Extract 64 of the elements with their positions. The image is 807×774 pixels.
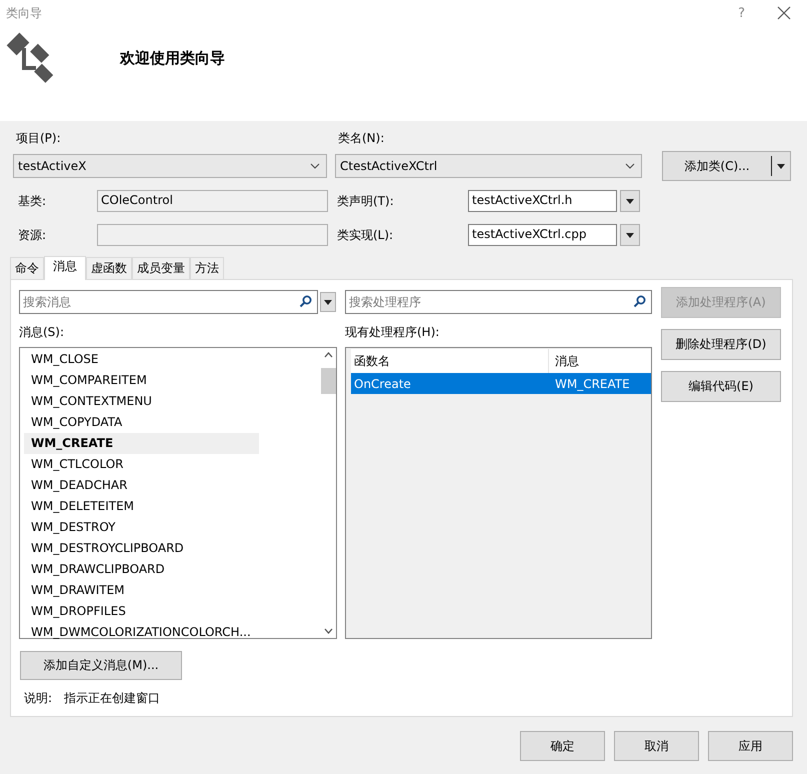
message-item[interactable]: WM_CTLCOLOR	[24, 454, 259, 475]
add-class-button[interactable]: 添加类(C)...	[662, 151, 791, 181]
project-label: 项目(P):	[16, 130, 62, 147]
messages-label: 消息(S):	[19, 324, 66, 341]
help-button[interactable]: ?	[738, 6, 745, 20]
message-item[interactable]: WM_DRAWCLIPBOARD	[24, 559, 259, 580]
class-declaration-field[interactable]: testActiveXCtrl.h	[468, 190, 617, 212]
handler-search-field[interactable]: 搜索处理程序	[345, 290, 652, 314]
caret-icon	[626, 198, 634, 204]
handler-row[interactable]: OnCreate WM_CREATE	[351, 373, 651, 394]
chevron-icon	[310, 163, 320, 169]
chevron-icon	[625, 163, 635, 169]
message-item[interactable]: WM_DESTROYCLIPBOARD	[24, 538, 259, 559]
message-item[interactable]: WM_DESTROY	[24, 517, 259, 538]
scrollbar-thumb[interactable]	[320, 368, 336, 394]
wizard-heading: 欢迎使用类向导	[120, 48, 225, 68]
class-implementation-label: 类实现(L):	[337, 226, 394, 244]
dialog-button[interactable]: 确定	[520, 731, 605, 761]
class-declaration-label: 类声明(T):	[337, 192, 395, 210]
message-item[interactable]: WM_DRAWITEM	[24, 580, 259, 601]
message-item[interactable]: WM_DWMCOLORIZATIONCOLORCH...	[24, 622, 259, 643]
dialog-button[interactable]: 应用	[708, 731, 793, 761]
message-search-field[interactable]: 搜索消息	[19, 290, 318, 314]
dropdown-button[interactable]	[620, 190, 640, 212]
project-combobox[interactable]: testActiveX	[13, 154, 327, 178]
description-text: 指示正在创建窗口	[64, 690, 160, 707]
dropdown-button[interactable]	[320, 292, 336, 312]
message-item[interactable]: WM_DELETEITEM	[24, 496, 259, 517]
class-name-label: 类名(N):	[338, 130, 386, 147]
handler-action-button[interactable]: 编辑代码(E)	[661, 371, 781, 402]
column-header[interactable]: 消息	[549, 352, 648, 370]
scroll-up-icon[interactable]	[324, 352, 332, 358]
tab[interactable]: 消息	[44, 256, 86, 280]
base-class-label: 基类:	[18, 192, 48, 210]
dropdown-button[interactable]	[620, 224, 640, 246]
tab[interactable]: 命令	[10, 257, 44, 279]
tab[interactable]: 方法	[190, 257, 224, 279]
caret-icon	[777, 164, 785, 168]
caret-icon	[324, 300, 332, 304]
search-icon	[299, 295, 312, 308]
message-item[interactable]: WM_DROPFILES	[24, 601, 259, 622]
message-item[interactable]: WM_CONTEXTMENU	[24, 391, 259, 412]
scroll-down-icon[interactable]	[324, 628, 332, 634]
message-item[interactable]: WM_CLOSE	[24, 349, 259, 370]
message-item[interactable]: WM_COPYDATA	[24, 412, 259, 433]
handlers-label: 现有处理程序(H):	[345, 324, 440, 341]
message-item[interactable]: WM_DEADCHAR	[24, 475, 259, 496]
message-item[interactable]: WM_COMPAREITEM	[24, 370, 259, 391]
description-label: 说明:	[24, 690, 52, 707]
message-item[interactable]: WM_CREATE	[24, 433, 259, 454]
base-class-field[interactable]: COleControl	[97, 190, 328, 212]
close-icon[interactable]	[777, 6, 791, 20]
window-title: 类向导	[6, 4, 43, 22]
tab[interactable]: 虚函数	[86, 257, 132, 279]
add-custom-message-button[interactable]: 添加自定义消息(M)...	[20, 651, 182, 680]
caret-icon	[626, 232, 634, 238]
resource-field[interactable]	[97, 224, 328, 246]
class-name-combobox[interactable]: CtestActiveXCtrl	[335, 154, 642, 178]
handler-action-button[interactable]: 删除处理程序(D)	[661, 329, 781, 360]
search-icon	[633, 295, 646, 308]
dialog-button[interactable]: 取消	[614, 731, 699, 761]
tab[interactable]: 成员变量	[132, 257, 190, 279]
class-implementation-field[interactable]: testActiveXCtrl.cpp	[468, 224, 617, 246]
resource-label: 资源:	[18, 226, 48, 244]
